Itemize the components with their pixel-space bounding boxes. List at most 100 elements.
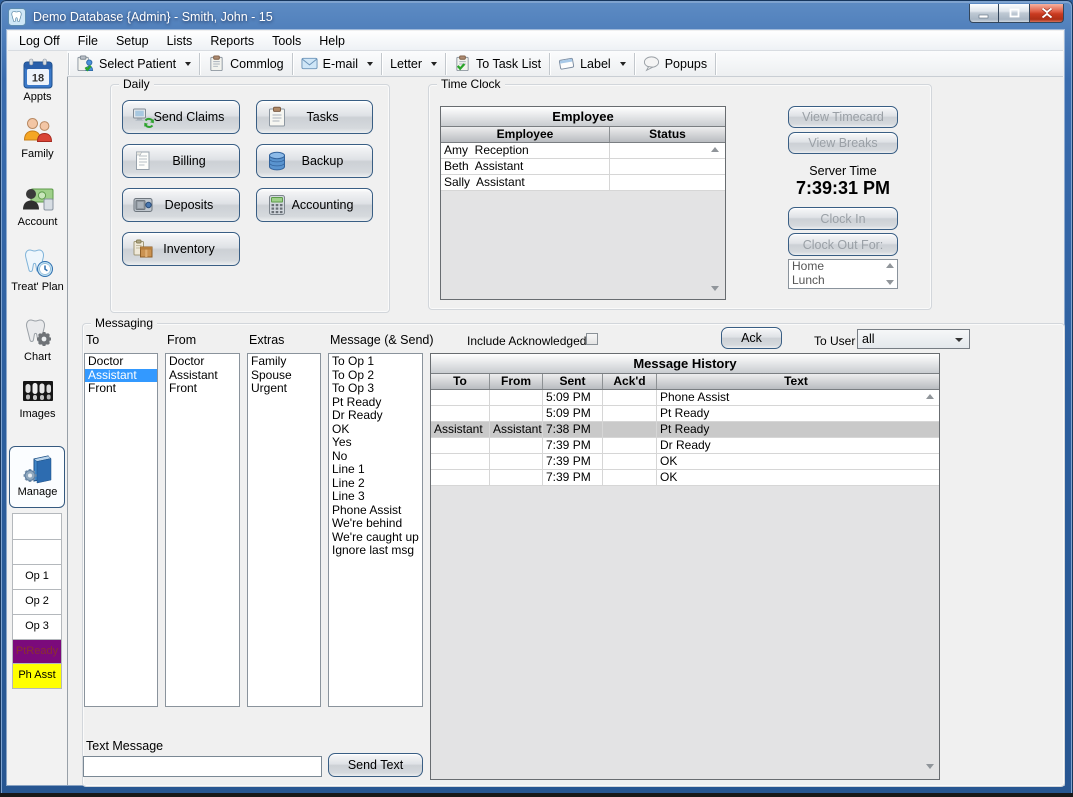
grid-row[interactable]: Sally Assistant bbox=[441, 175, 725, 191]
grid-cell bbox=[603, 390, 657, 405]
sidebar-item-manage[interactable]: Manage bbox=[8, 452, 67, 498]
operatory-cell-op-2[interactable]: Op 2 bbox=[12, 590, 62, 615]
grid-row[interactable]: 5:09 PMPhone Assist bbox=[431, 390, 939, 406]
list-item[interactable]: Line 1 bbox=[329, 463, 422, 477]
toolbar-button-e-mail[interactable]: E-mail bbox=[294, 52, 380, 76]
daily-button-deposits[interactable]: Deposits bbox=[122, 188, 240, 222]
scroll-up-icon[interactable] bbox=[886, 263, 894, 268]
daily-button-tasks[interactable]: Tasks bbox=[256, 100, 373, 134]
grid-row[interactable]: AssistantAssistant7:38 PMPt Ready bbox=[431, 422, 939, 438]
clock-out-options-list[interactable]: HomeLunch bbox=[788, 259, 898, 289]
button-label: View Timecard bbox=[802, 110, 884, 124]
list-item[interactable]: Family bbox=[248, 355, 320, 369]
grid-row[interactable]: Beth Assistant bbox=[441, 159, 725, 175]
grid-row[interactable]: 7:39 PMDr Ready bbox=[431, 438, 939, 454]
text-message-input[interactable] bbox=[83, 756, 322, 777]
toolbar-button-to-task-list[interactable]: To Task List bbox=[447, 52, 548, 76]
view-breaks-button[interactable]: View Breaks bbox=[788, 132, 898, 154]
sidebar-item-treat-plan[interactable]: Treat' Plan bbox=[8, 247, 67, 293]
grid-row[interactable]: Amy Reception bbox=[441, 143, 725, 159]
toolbar-button-popups[interactable]: Popups bbox=[636, 52, 714, 76]
list-item[interactable]: Pt Ready bbox=[329, 396, 422, 410]
sidebar-item-images[interactable]: Images bbox=[8, 374, 67, 420]
list-item[interactable]: We're caught up bbox=[329, 531, 422, 545]
sidebar-item-account[interactable]: Account bbox=[8, 182, 67, 228]
daily-group-label: Daily bbox=[119, 77, 154, 91]
list-item[interactable]: To Op 2 bbox=[329, 369, 422, 383]
list-item[interactable]: Assistant bbox=[85, 369, 157, 383]
to-user-combobox[interactable]: all bbox=[857, 329, 970, 349]
clock-in-button[interactable]: Clock In bbox=[788, 207, 898, 230]
grid-row[interactable]: 7:39 PMOK bbox=[431, 470, 939, 486]
list-item[interactable]: Doctor bbox=[85, 355, 157, 369]
menu-item-file[interactable]: File bbox=[69, 32, 107, 50]
toolbar-button-letter[interactable]: Letter bbox=[383, 52, 444, 76]
ack-button[interactable]: Ack bbox=[721, 327, 782, 349]
view-timecard-button[interactable]: View Timecard bbox=[788, 106, 898, 128]
grid-row[interactable]: 5:09 PMPt Ready bbox=[431, 406, 939, 422]
list-item[interactable]: To Op 3 bbox=[329, 382, 422, 396]
list-item[interactable]: Doctor bbox=[166, 355, 239, 369]
grid-row[interactable]: 7:39 PMOK bbox=[431, 454, 939, 470]
list-item[interactable]: Yes bbox=[329, 436, 422, 450]
list-item[interactable]: No bbox=[329, 450, 422, 464]
minimize-button[interactable] bbox=[969, 4, 999, 23]
list-label-from: From bbox=[167, 333, 196, 347]
operatory-cell-ph-asst[interactable]: Ph Asst bbox=[12, 664, 62, 689]
list-item[interactable]: Dr Ready bbox=[329, 409, 422, 423]
list-item[interactable]: Line 3 bbox=[329, 490, 422, 504]
list-item[interactable]: Front bbox=[85, 382, 157, 396]
sidebar-item-appts[interactable]: 18Appts bbox=[8, 57, 67, 103]
dropdown-arrow-icon[interactable] bbox=[620, 62, 626, 66]
daily-button-accounting[interactable]: Accounting bbox=[256, 188, 373, 222]
dropdown-arrow-icon[interactable] bbox=[431, 62, 437, 66]
operatory-cell-op-3[interactable]: Op 3 bbox=[12, 615, 62, 640]
list-item[interactable]: Line 2 bbox=[329, 477, 422, 491]
list-item[interactable]: We're behind bbox=[329, 517, 422, 531]
dropdown-arrow-icon[interactable] bbox=[185, 62, 191, 66]
toolbar-button-label[interactable]: Label bbox=[551, 52, 633, 76]
menu-item-help[interactable]: Help bbox=[310, 32, 354, 50]
scroll-down-icon[interactable] bbox=[711, 286, 719, 291]
clock-out-option[interactable]: Home bbox=[789, 260, 897, 274]
menu-item-setup[interactable]: Setup bbox=[107, 32, 158, 50]
operatory-cell-empty[interactable] bbox=[12, 540, 62, 565]
list-item[interactable]: Ignore last msg bbox=[329, 544, 422, 558]
scroll-up-icon[interactable] bbox=[926, 394, 934, 399]
daily-button-send-claims[interactable]: Send Claims bbox=[122, 100, 240, 134]
list-item[interactable]: Front bbox=[166, 382, 239, 396]
sidebar-item-chart[interactable]: Chart bbox=[8, 317, 67, 363]
clock-out-option[interactable]: Lunch bbox=[789, 274, 897, 288]
list-item[interactable]: To Op 1 bbox=[329, 355, 422, 369]
menu-item-log-off[interactable]: Log Off bbox=[10, 32, 69, 50]
operatory-cell-ptready[interactable]: PtReady bbox=[12, 640, 62, 664]
scroll-down-icon[interactable] bbox=[886, 280, 894, 285]
toolbar-button-commlog[interactable]: Commlog bbox=[201, 52, 291, 76]
list-item[interactable]: Spouse bbox=[248, 369, 320, 383]
grid-cell bbox=[603, 454, 657, 469]
messaging-group-label: Messaging bbox=[91, 316, 157, 330]
menu-item-lists[interactable]: Lists bbox=[158, 32, 202, 50]
sidebar-item-family[interactable]: Family bbox=[8, 114, 67, 160]
list-item[interactable]: OK bbox=[329, 423, 422, 437]
operatory-cell-empty[interactable] bbox=[12, 513, 62, 540]
send-text-button[interactable]: Send Text bbox=[328, 753, 423, 777]
dropdown-arrow-icon[interactable] bbox=[367, 62, 373, 66]
scroll-up-icon[interactable] bbox=[711, 147, 719, 152]
daily-button-backup[interactable]: Backup bbox=[256, 144, 373, 178]
daily-button-inventory[interactable]: Inventory bbox=[122, 232, 240, 266]
scroll-down-icon[interactable] bbox=[926, 764, 934, 769]
list-item[interactable]: Assistant bbox=[166, 369, 239, 383]
operatory-cell-op-1[interactable]: Op 1 bbox=[12, 565, 62, 590]
menu-item-tools[interactable]: Tools bbox=[263, 32, 310, 50]
clock-out-button[interactable]: Clock Out For: bbox=[788, 233, 898, 256]
toolbar-button-select-patient[interactable]: Select Patient bbox=[70, 52, 198, 76]
treatplan-icon bbox=[21, 247, 55, 281]
list-item[interactable]: Phone Assist bbox=[329, 504, 422, 518]
daily-button-billing[interactable]: Billing bbox=[122, 144, 240, 178]
list-item[interactable]: Urgent bbox=[248, 382, 320, 396]
close-button[interactable] bbox=[1029, 4, 1064, 23]
maximize-button[interactable] bbox=[999, 4, 1029, 23]
include-acknowledged-checkbox[interactable] bbox=[586, 333, 598, 345]
menu-item-reports[interactable]: Reports bbox=[201, 32, 263, 50]
